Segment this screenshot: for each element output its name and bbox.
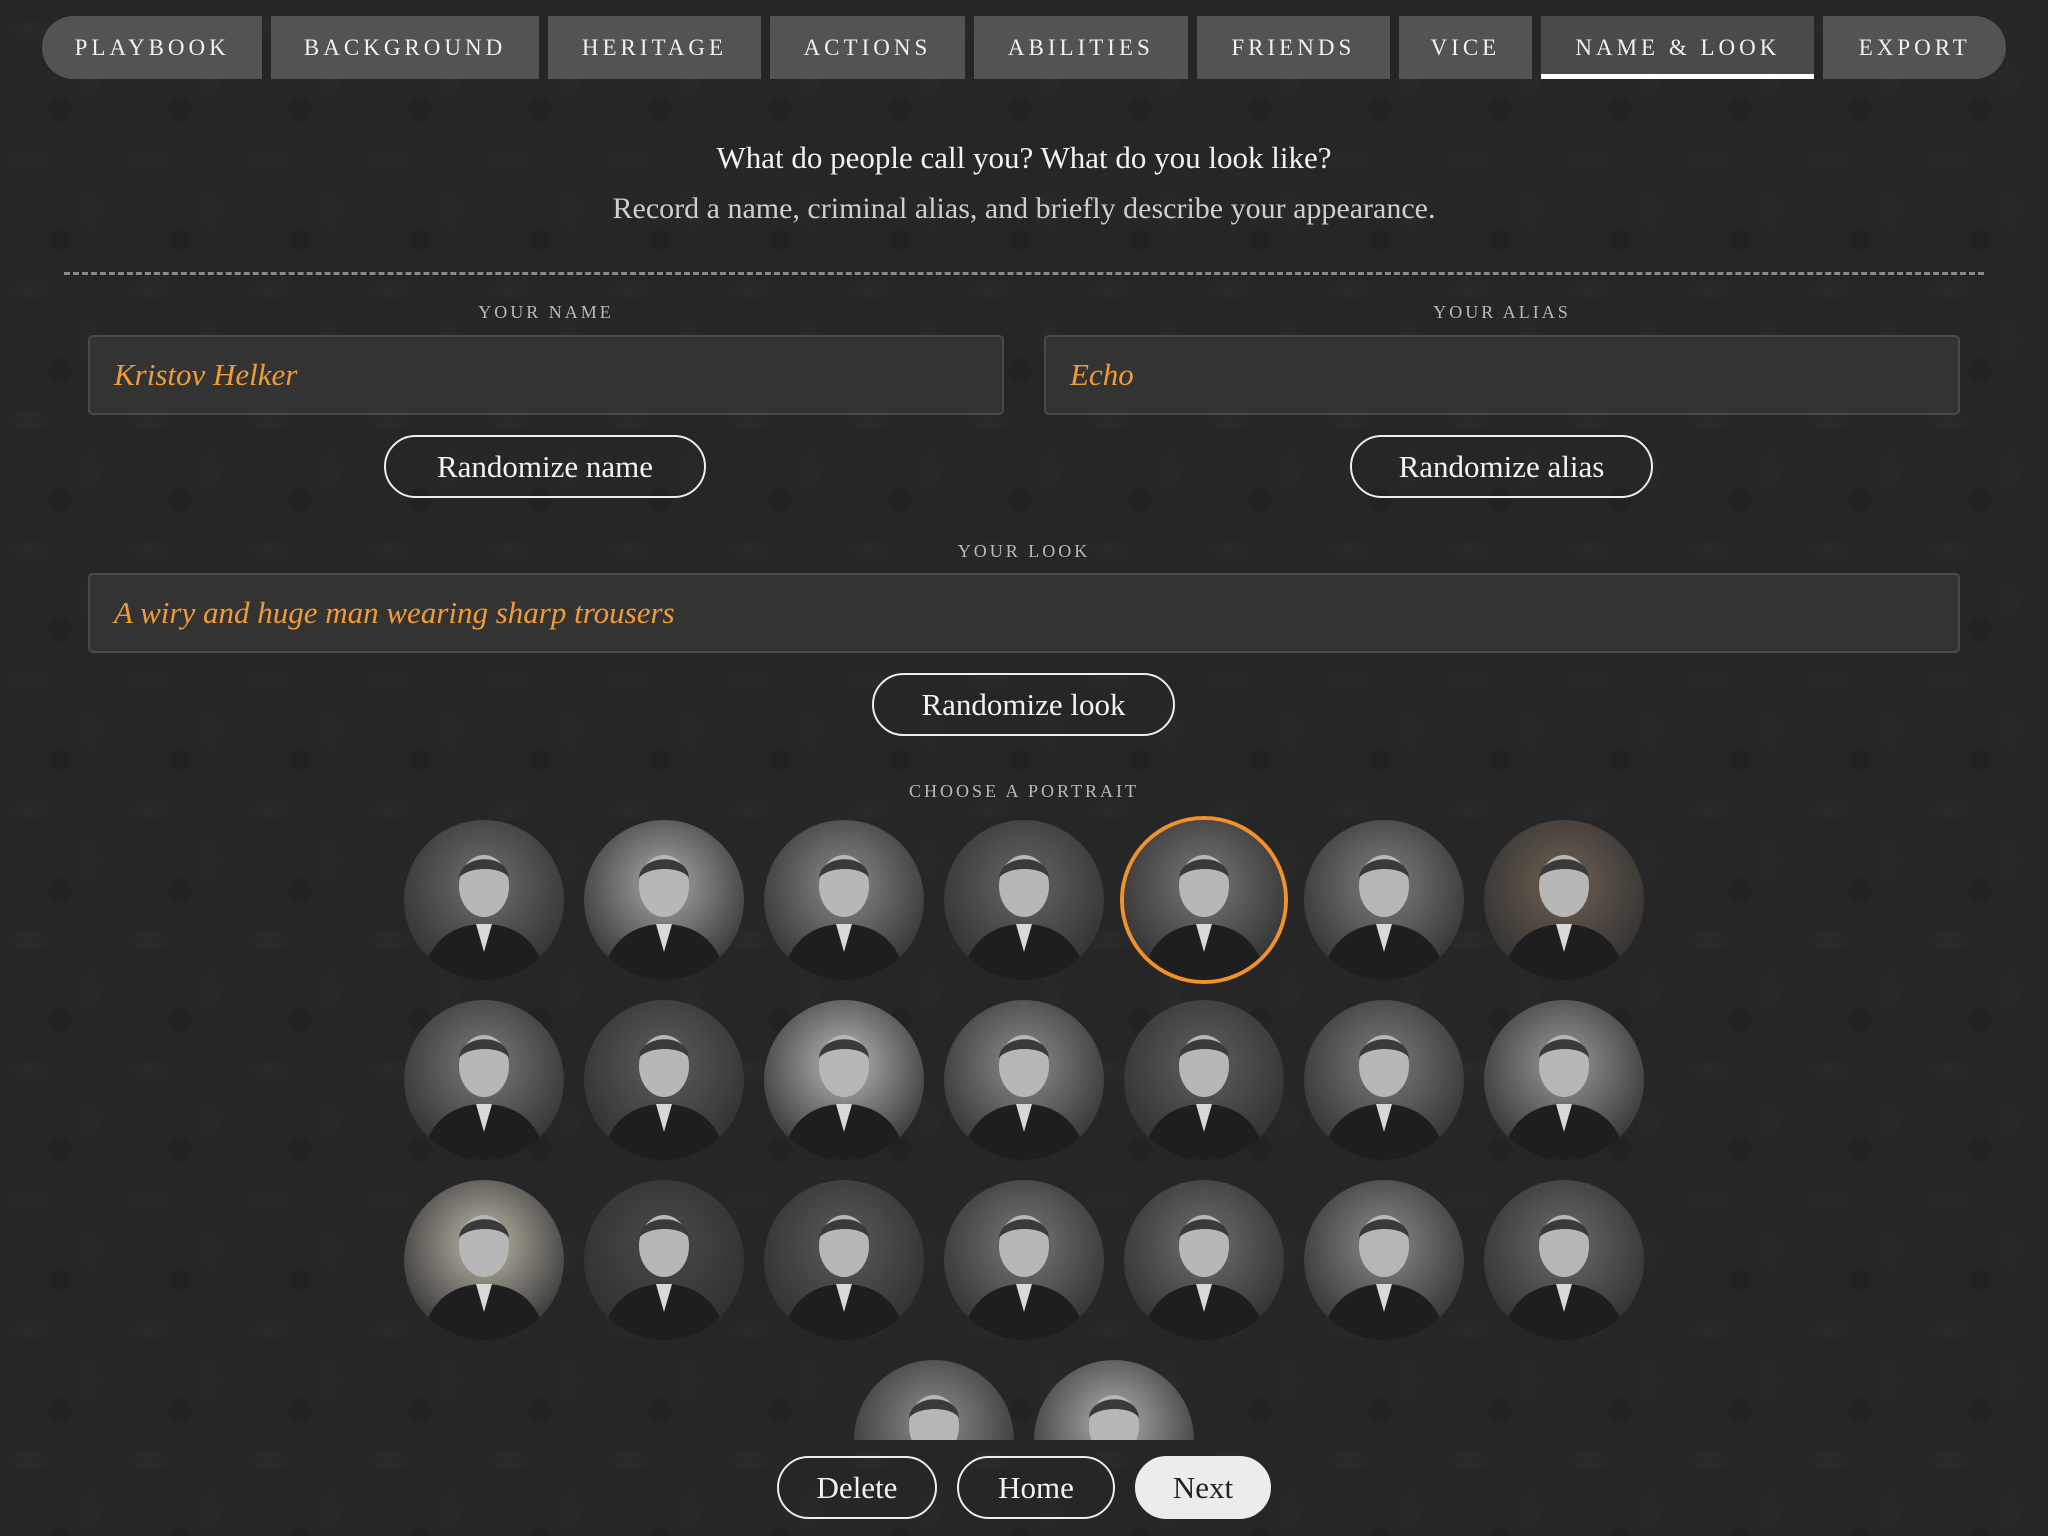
portrait-option[interactable] [944, 1180, 1104, 1340]
portrait-option[interactable] [404, 820, 564, 980]
randomize-look-button[interactable]: Randomize look [872, 673, 1175, 736]
next-button[interactable]: Next [1135, 1456, 1271, 1519]
delete-button[interactable]: Delete [777, 1456, 937, 1519]
tab-vice[interactable]: VICE [1398, 16, 1533, 79]
portrait-option[interactable] [1484, 820, 1644, 980]
portrait-option[interactable] [764, 1000, 924, 1160]
tab-playbook[interactable]: PLAYBOOK [42, 16, 263, 79]
portrait-option[interactable] [1034, 1360, 1194, 1440]
portrait-option[interactable] [584, 820, 744, 980]
portrait-label: CHOOSE A PORTRAIT [909, 781, 1139, 801]
intro-question: What do people call you? What do you loo… [716, 140, 1332, 175]
tab-abilities[interactable]: ABILITIES [973, 16, 1189, 79]
tab-friends[interactable]: FRIENDS [1197, 16, 1390, 79]
alias-label: YOUR ALIAS [1433, 302, 1571, 322]
tab-name-and-look[interactable]: NAME & LOOK [1541, 16, 1815, 79]
tab-bar: PLAYBOOK BACKGROUND HERITAGE ACTIONS ABI… [42, 16, 2006, 79]
look-label: YOUR LOOK [957, 541, 1091, 561]
alias-field[interactable]: Echo [1044, 335, 1960, 415]
portrait-option[interactable] [764, 820, 924, 980]
tab-background[interactable]: BACKGROUND [271, 16, 539, 79]
portrait-option[interactable] [1304, 1000, 1464, 1160]
portrait-option[interactable] [764, 1180, 924, 1340]
randomize-alias-button[interactable]: Randomize alias [1350, 435, 1653, 498]
intro-instruction: Record a name, criminal alias, and brief… [612, 192, 1436, 225]
home-button[interactable]: Home [957, 1456, 1115, 1519]
portrait-option[interactable] [1304, 1180, 1464, 1340]
randomize-name-button[interactable]: Randomize name [384, 435, 706, 498]
portrait-option[interactable] [404, 1180, 564, 1340]
tab-heritage[interactable]: HERITAGE [547, 16, 762, 79]
portrait-option[interactable] [854, 1360, 1014, 1440]
portrait-option[interactable] [584, 1000, 744, 1160]
portrait-option[interactable] [1484, 1000, 1644, 1160]
name-field[interactable]: Kristov Helker [88, 335, 1004, 415]
portrait-option[interactable] [1124, 1180, 1284, 1340]
portrait-option[interactable] [584, 1180, 744, 1340]
portrait-option[interactable] [1484, 1180, 1644, 1340]
portrait-option[interactable] [944, 1000, 1104, 1160]
portrait-option[interactable] [1124, 820, 1284, 980]
name-label: YOUR NAME [478, 302, 614, 322]
portrait-option[interactable] [404, 1000, 564, 1160]
portrait-option[interactable] [1124, 1000, 1284, 1160]
tab-export[interactable]: EXPORT [1823, 16, 2006, 79]
portrait-option[interactable] [944, 820, 1104, 980]
look-field[interactable]: A wiry and huge man wearing sharp trouse… [88, 573, 1960, 653]
section-divider [64, 272, 1984, 275]
tab-actions[interactable]: ACTIONS [770, 16, 965, 79]
portrait-option[interactable] [1304, 820, 1464, 980]
